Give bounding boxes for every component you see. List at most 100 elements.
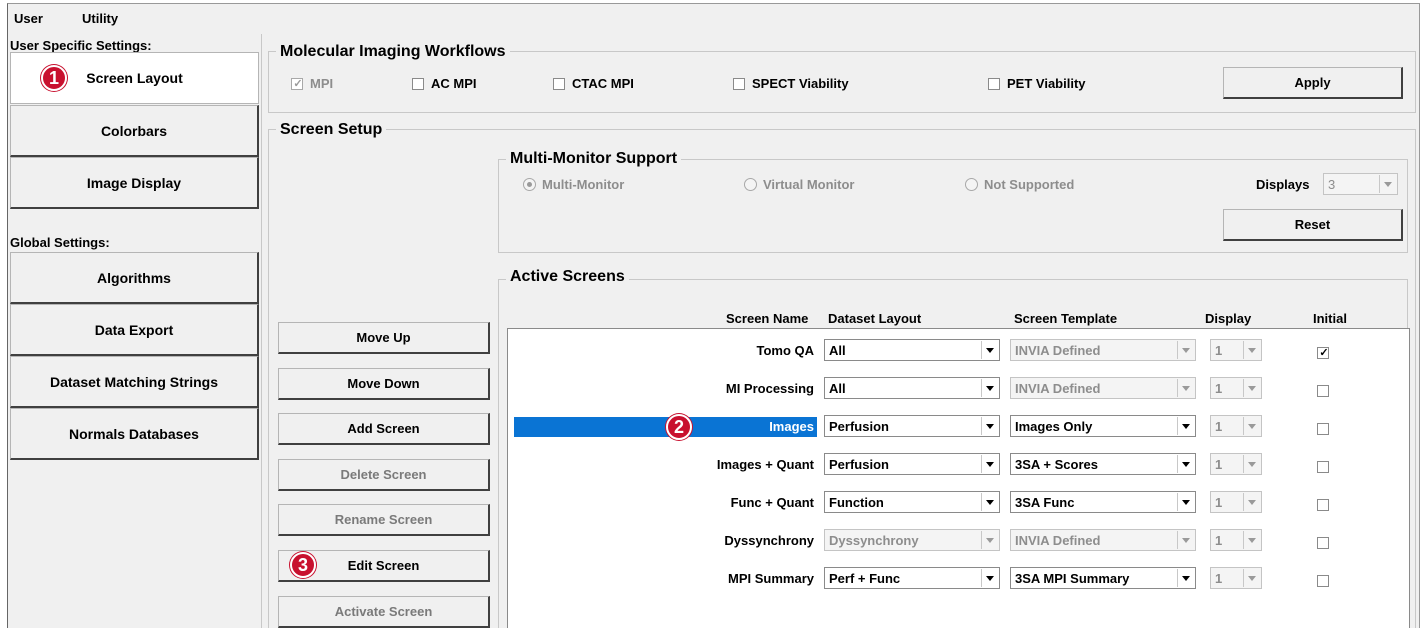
move-up-button[interactable]: Move Up [278, 322, 490, 354]
screen-template-select-value: 3SA + Scores [1015, 456, 1098, 472]
initial-checkbox[interactable] [1317, 498, 1329, 511]
display-select[interactable]: 1 [1210, 415, 1262, 437]
dataset-layout-select[interactable]: Perfusion [824, 453, 1000, 475]
sidebar-item-image-display[interactable]: Image Display [10, 157, 259, 209]
dataset-layout-select[interactable]: Perfusion [824, 415, 1000, 437]
screen-name-cell[interactable]: Images [508, 419, 814, 437]
dataset-layout-select[interactable]: All [824, 377, 1000, 399]
chevron-down-icon [981, 455, 998, 473]
sidebar-item-label: Algorithms [97, 269, 171, 286]
move-down-button[interactable]: Move Down [278, 368, 490, 400]
active-screens-list[interactable]: Tomo QA All INVIA Defined 1 ✓ MI Processing Al… [507, 328, 1410, 628]
radio-button[interactable] [744, 178, 757, 191]
workflow-spect-viability[interactable]: SPECT Viability [733, 76, 849, 91]
spect-viability-checkbox[interactable] [733, 77, 745, 90]
screen-template-select-value: INVIA Defined [1015, 532, 1101, 548]
display-select[interactable]: 1 [1210, 529, 1262, 551]
workflow-mpi[interactable]: ✓ MPI [291, 76, 333, 91]
rename-screen-button[interactable]: Rename Screen [278, 504, 490, 536]
reset-button[interactable]: Reset [1223, 209, 1403, 241]
displays-select[interactable]: 3 [1323, 173, 1398, 195]
radio-multi-monitor[interactable]: Multi-Monitor [523, 177, 624, 192]
table-row[interactable]: Dyssynchrony Dyssynchrony INVIA Defined 1 [508, 529, 1409, 553]
chevron-down-icon [1177, 341, 1194, 359]
dataset-layout-select[interactable]: Perf + Func [824, 567, 1000, 589]
table-row[interactable]: Images + Quant Perfusion 3SA + Scores 1 [508, 453, 1409, 477]
screen-template-select[interactable]: INVIA Defined [1010, 339, 1196, 361]
ac-mpi-checkbox[interactable] [412, 77, 424, 90]
sidebar-item-normals-databases[interactable]: Normals Databases [10, 408, 259, 460]
workflow-ac-mpi[interactable]: AC MPI [412, 76, 477, 91]
settings-window: User Utility User Specific Settings: Scr… [7, 3, 1420, 628]
radio-virtual-monitor[interactable]: Virtual Monitor [744, 177, 854, 192]
callout-badge-2: 2 [666, 414, 692, 440]
ctac-mpi-checkbox[interactable] [553, 77, 565, 90]
callout-badge-1: 1 [41, 65, 67, 91]
screen-name-cell[interactable]: Tomo QA [508, 343, 814, 361]
sidebar-item-label: Dataset Matching Strings [49, 373, 219, 390]
screen-name-cell[interactable]: Dyssynchrony [508, 533, 814, 551]
display-select[interactable]: 1 [1210, 491, 1262, 513]
apply-button[interactable]: Apply [1223, 67, 1403, 99]
screen-name-cell[interactable]: Func + Quant [508, 495, 814, 513]
initial-checkbox[interactable] [1317, 574, 1329, 587]
table-row[interactable]: Tomo QA All INVIA Defined 1 ✓ [508, 339, 1409, 363]
screen-template-select[interactable]: 3SA Func [1010, 491, 1196, 513]
sidebar-item-algorithms[interactable]: Algorithms [10, 252, 259, 304]
pet-viability-label: PET Viability [1007, 76, 1086, 91]
initial-checkbox[interactable] [1317, 422, 1329, 435]
dataset-layout-select[interactable]: All [824, 339, 1000, 361]
display-select[interactable]: 1 [1210, 453, 1262, 475]
screen-name-cell[interactable]: Images + Quant [508, 457, 814, 475]
screen-name-cell[interactable]: MI Processing [508, 381, 814, 399]
header-screen-template: Screen Template [1014, 311, 1118, 326]
add-screen-button[interactable]: Add Screen [278, 413, 490, 445]
dataset-layout-select[interactable]: Dyssynchrony [824, 529, 1000, 551]
screen-template-select[interactable]: 3SA MPI Summary [1010, 567, 1196, 589]
display-select[interactable]: 1 [1210, 567, 1262, 589]
sidebar-divider [261, 34, 262, 628]
screen-template-select-value: 3SA MPI Summary [1015, 570, 1130, 586]
screen-name-cell[interactable]: MPI Summary [508, 571, 814, 589]
initial-checkbox[interactable] [1317, 536, 1329, 549]
activate-screen-button[interactable]: Activate Screen [278, 596, 490, 628]
radio-label: Not Supported [984, 177, 1075, 192]
initial-checkbox[interactable] [1317, 384, 1329, 397]
workflow-pet-viability[interactable]: PET Viability [988, 76, 1086, 91]
table-row[interactable]: MPI Summary Perf + Func 3SA MPI Summary 1 [508, 567, 1409, 591]
header-display: Display [1205, 311, 1252, 326]
display-select-value: 1 [1215, 494, 1223, 510]
sidebar-item-label: Data Export [94, 321, 174, 338]
screen-template-select[interactable]: Images Only [1010, 415, 1196, 437]
dataset-layout-select[interactable]: Function [824, 491, 1000, 513]
radio-button[interactable] [965, 178, 978, 191]
table-row[interactable]: Images Perfusion Images Only 1 [508, 415, 1409, 439]
sidebar-item-dataset-matching-strings[interactable]: Dataset Matching Strings [10, 356, 259, 408]
delete-screen-button[interactable]: Delete Screen [278, 459, 490, 491]
initial-checkbox[interactable] [1317, 460, 1329, 473]
radio-not-supported[interactable]: Not Supported [965, 177, 1074, 192]
workflow-ctac-mpi[interactable]: CTAC MPI [553, 76, 634, 91]
sidebar-item-data-export[interactable]: Data Export [10, 304, 259, 356]
menu-utility[interactable]: Utility [82, 11, 118, 26]
table-row[interactable]: Func + Quant Function 3SA Func 1 [508, 491, 1409, 515]
radio-button[interactable] [523, 178, 536, 191]
display-select[interactable]: 1 [1210, 339, 1262, 361]
screen-template-select[interactable]: 3SA + Scores [1010, 453, 1196, 475]
dataset-layout-select-value: Function [829, 494, 884, 510]
ctac-mpi-label: CTAC MPI [572, 76, 634, 91]
mpi-checkbox[interactable]: ✓ [291, 77, 303, 90]
menu-user[interactable]: User [14, 11, 43, 26]
header-initial: Initial [1313, 311, 1347, 326]
screen-template-select[interactable]: INVIA Defined [1010, 529, 1196, 551]
display-select[interactable]: 1 [1210, 377, 1262, 399]
screen-template-select[interactable]: INVIA Defined [1010, 377, 1196, 399]
table-row[interactable]: MI Processing All INVIA Defined 1 [508, 377, 1409, 401]
screen-setup-title: Screen Setup [276, 121, 387, 139]
initial-checkbox[interactable]: ✓ [1317, 346, 1329, 359]
sidebar-item-colorbars[interactable]: Colorbars [10, 105, 259, 157]
display-select-value: 1 [1215, 570, 1223, 586]
pet-viability-checkbox[interactable] [988, 77, 1000, 90]
multi-monitor-title: Multi-Monitor Support [506, 150, 682, 168]
sidebar-item-label: Normals Databases [69, 425, 199, 442]
